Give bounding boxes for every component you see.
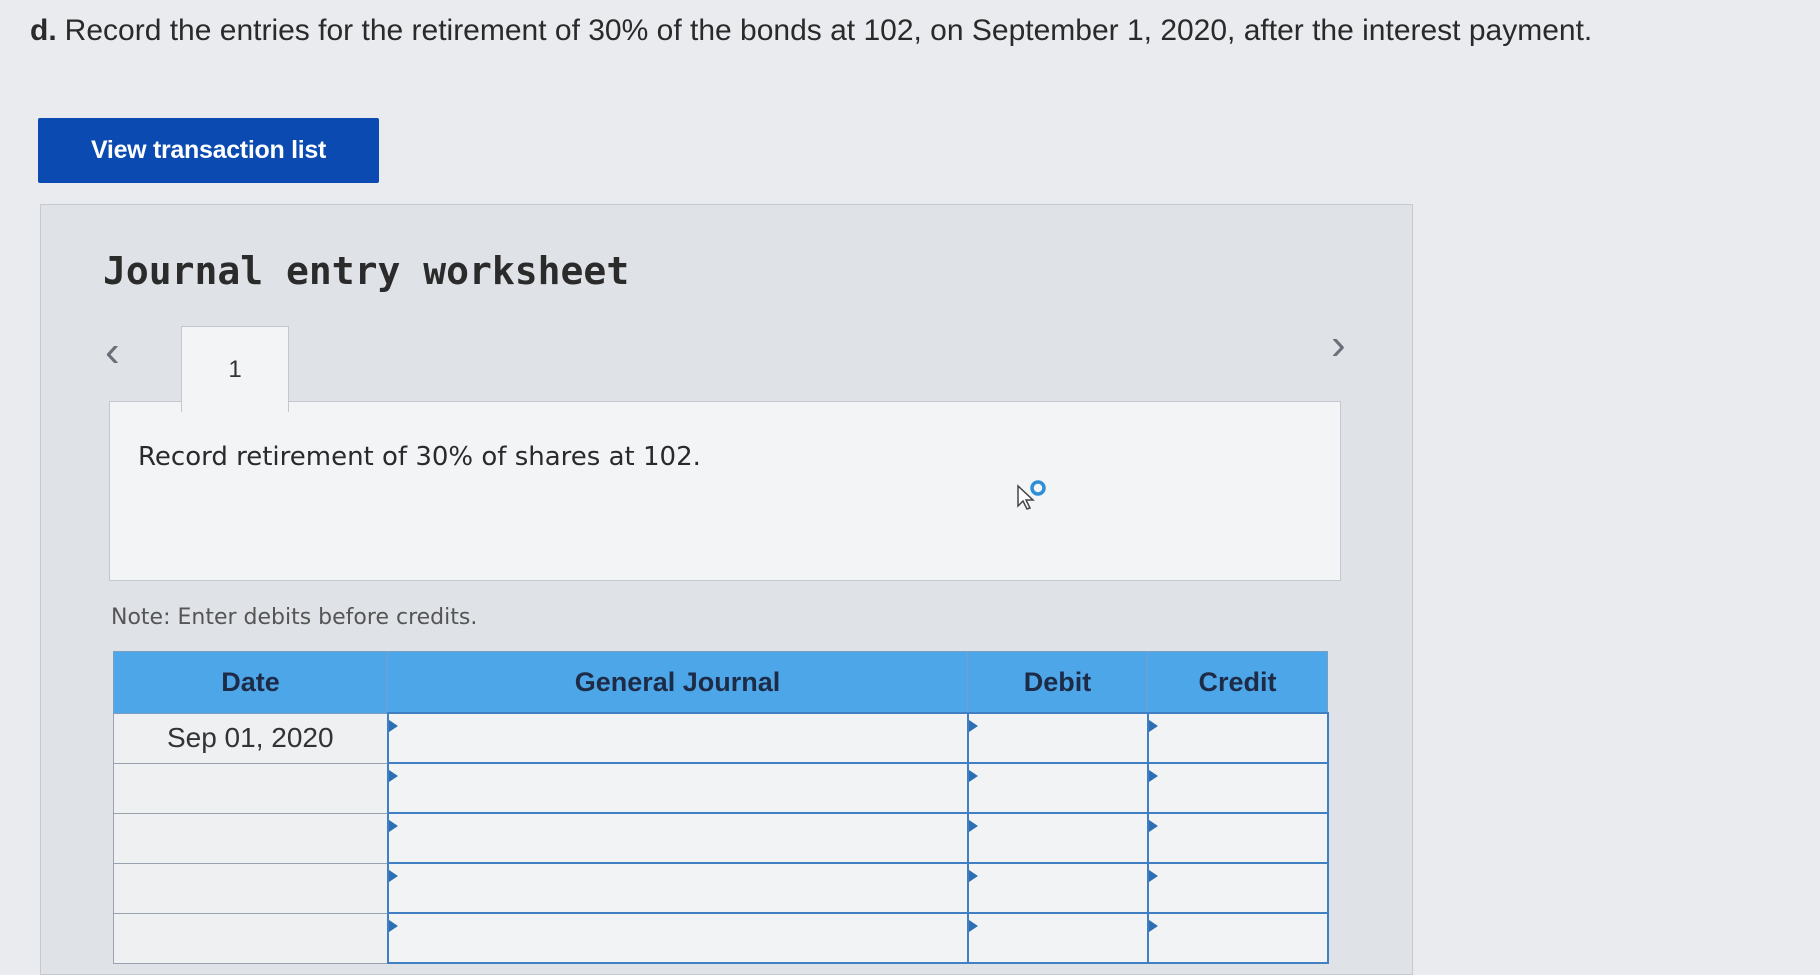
dropdown-marker-icon [388,920,398,932]
account-input[interactable] [388,814,967,862]
header-general-journal: General Journal [387,651,968,714]
dropdown-marker-icon [1148,720,1158,732]
credit-cell[interactable] [1146,762,1329,814]
dropdown-marker-icon [1148,920,1158,932]
dropdown-marker-icon [968,920,978,932]
account-cell[interactable] [386,862,969,914]
chevron-right-icon[interactable]: › [1331,323,1346,367]
table-row [113,762,1329,814]
date-cell: Sep 01, 2020 [113,712,388,764]
mouse-cursor-icon [1017,480,1046,510]
question-body: Record the entries for the retirement of… [64,14,1593,47]
date-cell [113,762,388,814]
header-date: Date [113,651,388,714]
credit-input[interactable] [1148,814,1327,862]
tab-entry-1[interactable]: 1 [181,326,289,412]
dropdown-marker-icon [1148,820,1158,832]
journal-entry-worksheet: Journal entry worksheet ‹ › 1 Record ret… [40,204,1413,975]
table-row: Sep 01, 2020 [113,712,1329,764]
credit-input[interactable] [1148,864,1327,912]
account-cell[interactable] [386,762,969,814]
account-input[interactable] [388,914,967,962]
credit-cell[interactable] [1146,712,1329,764]
credit-cell[interactable] [1146,812,1329,864]
debit-cell[interactable] [966,712,1149,764]
account-cell[interactable] [386,812,969,864]
debit-cell[interactable] [966,862,1149,914]
date-cell [113,862,388,914]
credit-cell[interactable] [1146,912,1329,964]
debit-input[interactable] [968,714,1147,762]
debit-input[interactable] [968,914,1147,962]
dropdown-marker-icon [968,820,978,832]
credit-cell[interactable] [1146,862,1329,914]
account-input[interactable] [388,714,967,762]
dropdown-marker-icon [388,720,398,732]
debit-input[interactable] [968,814,1147,862]
credit-input[interactable] [1148,914,1327,962]
account-cell[interactable] [386,712,969,764]
credit-input[interactable] [1148,714,1327,762]
date-cell [113,912,388,964]
debit-cell[interactable] [966,812,1149,864]
dropdown-marker-icon [968,870,978,882]
general-journal-table: Date General Journal Debit Credit Sep 01… [113,651,1329,964]
table-header-row: Date General Journal Debit Credit [113,651,1328,714]
dropdown-marker-icon [968,770,978,782]
debit-input[interactable] [968,764,1147,812]
account-input[interactable] [388,864,967,912]
dropdown-marker-icon [1148,870,1158,882]
instruction-text: Record retirement of 30% of shares at 10… [138,442,701,472]
instruction-panel: Record retirement of 30% of shares at 10… [109,401,1341,581]
question-text: d. Record the entries for the retirement … [30,14,1592,48]
chevron-left-icon[interactable]: ‹ [105,330,120,374]
debit-cell[interactable] [966,912,1149,964]
dropdown-marker-icon [388,770,398,782]
table-row [113,912,1329,964]
dropdown-marker-icon [388,870,398,882]
table-row [113,812,1329,864]
note-text: Note: Enter debits before credits. [111,605,478,630]
credit-input[interactable] [1148,764,1327,812]
question-part-label: d. [30,14,57,47]
table-row [113,862,1329,914]
dropdown-marker-icon [968,720,978,732]
account-cell[interactable] [386,912,969,964]
header-credit: Credit [1147,651,1328,714]
date-cell [113,812,388,864]
dropdown-marker-icon [1148,770,1158,782]
header-debit: Debit [967,651,1148,714]
debit-cell[interactable] [966,762,1149,814]
debit-input[interactable] [968,864,1147,912]
dropdown-marker-icon [388,820,398,832]
view-transaction-list-button[interactable]: View transaction list [38,118,379,183]
worksheet-title: Journal entry worksheet [103,249,630,293]
account-input[interactable] [388,764,967,812]
